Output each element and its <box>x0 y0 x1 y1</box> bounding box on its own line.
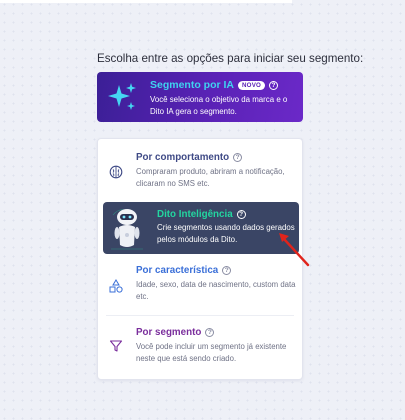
option-caracteristica[interactable]: Por característica ? Idade, sexo, data d… <box>98 261 302 315</box>
segment-options-panel: Por comportamento ? Compraram produto, a… <box>97 138 303 380</box>
top-bar <box>0 0 292 3</box>
option-comportamento-title: Por comportamento <box>136 152 230 163</box>
ia-segment-description: Você seleciona o objetivo da marca e o D… <box>150 95 288 116</box>
ia-segment-title: Segmento por IA <box>150 79 235 91</box>
option-comportamento[interactable]: Por comportamento ? Compraram produto, a… <box>98 139 302 203</box>
intro-text: Escolha entre as opções para iniciar seu… <box>97 52 364 65</box>
ia-segment-card[interactable]: Segmento por IA NOVO ? Você seleciona o … <box>97 72 303 122</box>
option-segmento-description: Você pode incluir um segmento já existen… <box>136 342 287 363</box>
new-badge: NOVO <box>238 80 266 90</box>
brain-icon <box>109 165 123 179</box>
red-arrow-icon <box>279 233 310 267</box>
dito-inteligencia-title: Dito Inteligência <box>157 209 233 220</box>
option-segmento-title: Por segmento <box>136 327 202 338</box>
help-icon[interactable]: ? <box>269 80 279 90</box>
robot-icon <box>111 209 143 250</box>
help-icon[interactable]: ? <box>233 153 243 162</box>
sparkles-icon <box>108 83 136 110</box>
help-icon[interactable]: ? <box>205 328 215 337</box>
option-comportamento-description: Compraram produto, abriram a notificação… <box>136 167 285 188</box>
option-caracteristica-title: Por característica <box>136 265 219 276</box>
option-caracteristica-description: Idade, sexo, data de nascimento, custom … <box>136 280 296 301</box>
funnel-icon <box>109 340 123 352</box>
dito-inteligencia-tooltip: Dito Inteligência ? Crie segmentos usand… <box>103 202 299 254</box>
shapes-icon <box>109 279 123 293</box>
option-segmento[interactable]: Por segmento ? Você pode incluir um segm… <box>98 317 302 377</box>
help-icon[interactable]: ? <box>222 266 232 275</box>
help-icon[interactable]: ? <box>236 210 246 219</box>
divider <box>106 315 294 316</box>
